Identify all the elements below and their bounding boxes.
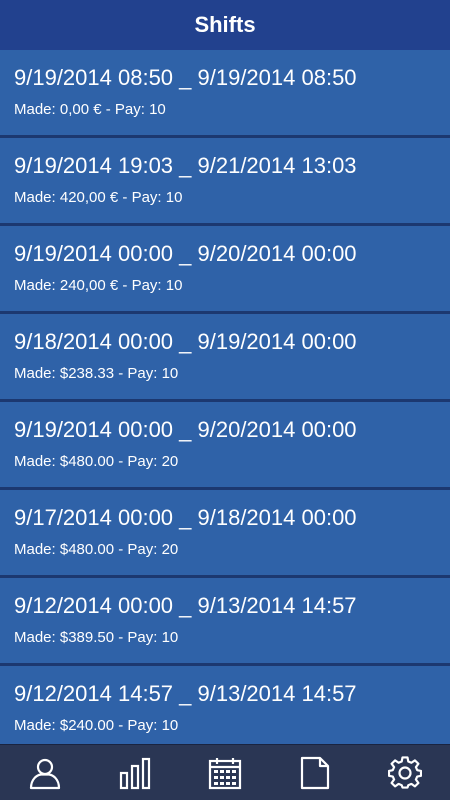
tab-stats[interactable]: [105, 745, 165, 800]
bottom-tab-bar: [0, 744, 450, 800]
shift-range: 9/12/2014 00:00 _ 9/13/2014 14:57: [14, 593, 357, 618]
tab-settings[interactable]: [375, 745, 435, 800]
shift-earnings: Made: $480.00 - Pay: 20: [14, 453, 179, 470]
list-item[interactable]: 9/19/2014 08:50 _ 9/19/2014 08:50 Made: …: [0, 50, 450, 138]
shift-earnings: Made: $389.50 - Pay: 10: [14, 629, 179, 646]
list-item[interactable]: 9/12/2014 00:00 _ 9/13/2014 14:57 Made: …: [0, 578, 450, 666]
shift-range: 9/19/2014 19:03 _ 9/21/2014 13:03: [14, 153, 357, 178]
list-item[interactable]: 9/18/2014 00:00 _ 9/19/2014 00:00 Made: …: [0, 314, 450, 402]
shift-range: 9/12/2014 14:57 _ 9/13/2014 14:57: [14, 681, 357, 706]
list-item[interactable]: 9/12/2014 14:57 _ 9/13/2014 14:57 Made: …: [0, 666, 450, 744]
tab-reports[interactable]: [285, 745, 345, 800]
shift-earnings: Made: 420,00 € - Pay: 10: [14, 189, 183, 206]
shift-range: 9/19/2014 08:50 _ 9/19/2014 08:50: [14, 65, 357, 90]
list-item[interactable]: 9/19/2014 19:03 _ 9/21/2014 13:03 Made: …: [0, 138, 450, 226]
document-icon: [300, 756, 330, 789]
person-icon: [29, 758, 61, 789]
shift-earnings: Made: 240,00 € - Pay: 10: [14, 277, 183, 294]
shift-earnings: Made: 0,00 € - Pay: 10: [14, 101, 166, 118]
page-title: Shifts: [194, 12, 256, 37]
bar-chart-icon: [119, 757, 151, 789]
shift-range: 9/19/2014 00:00 _ 9/20/2014 00:00: [14, 241, 357, 266]
shift-earnings: Made: $240.00 - Pay: 10: [14, 717, 179, 734]
shift-earnings: Made: $238.33 - Pay: 10: [14, 365, 179, 382]
app-header: Shifts: [0, 0, 450, 50]
list-item[interactable]: 9/17/2014 00:00 _ 9/18/2014 00:00 Made: …: [0, 490, 450, 578]
tab-profile[interactable]: [15, 745, 75, 800]
calendar-icon: [208, 757, 242, 789]
shift-earnings: Made: $480.00 - Pay: 20: [14, 541, 179, 558]
shift-range: 9/19/2014 00:00 _ 9/20/2014 00:00: [14, 417, 357, 442]
gear-icon: [388, 755, 422, 789]
shift-range: 9/17/2014 00:00 _ 9/18/2014 00:00: [14, 505, 357, 530]
list-item[interactable]: 9/19/2014 00:00 _ 9/20/2014 00:00 Made: …: [0, 226, 450, 314]
shift-range: 9/18/2014 00:00 _ 9/19/2014 00:00: [14, 329, 357, 354]
list-item[interactable]: 9/19/2014 00:00 _ 9/20/2014 00:00 Made: …: [0, 402, 450, 490]
tab-calendar[interactable]: [195, 745, 255, 800]
shift-list[interactable]: 9/19/2014 08:50 _ 9/19/2014 08:50 Made: …: [0, 50, 450, 744]
